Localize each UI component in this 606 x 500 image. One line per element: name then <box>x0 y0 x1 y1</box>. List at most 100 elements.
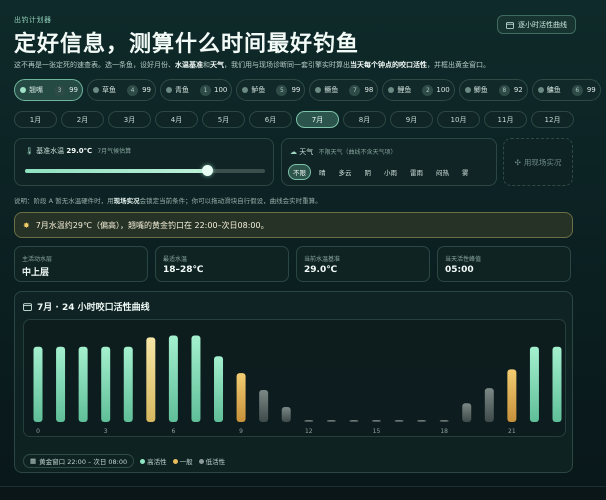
weather-option-5[interactable]: 雷雨 <box>405 164 428 180</box>
activity-bar-hour-23 <box>552 346 562 422</box>
x-tick-label: 21 <box>508 428 516 435</box>
weather-label: ☁ 天气 不限天气（曲线不含天气项） <box>290 148 397 156</box>
water-temp-slider[interactable] <box>25 165 265 176</box>
slider-fill <box>25 169 208 173</box>
weather-option-0[interactable]: 不限 <box>288 164 311 180</box>
activity-bar-chart: 0 3 6 9 12 15 18 21 <box>33 335 562 435</box>
month-button-6[interactable]: 6月 <box>249 111 292 128</box>
activity-bar-hour-8 <box>214 356 224 422</box>
fish-dot <box>242 87 249 93</box>
activity-bar-hour-15 <box>371 420 381 422</box>
fish-score: 99 <box>142 86 151 94</box>
water-temp-label: 🌡 基准水温 29.0℃ 7月气候估算 <box>25 147 132 155</box>
calendar-icon <box>23 303 32 311</box>
stat-label: 最适水温 <box>163 256 188 263</box>
fish-pill-1[interactable]: 草鱼 4 99 <box>87 79 156 101</box>
thermometer-icon: 🌡 <box>25 147 34 155</box>
hourly-curve-button[interactable]: 逐小时活性曲线 <box>497 15 576 34</box>
fish-name: 鳙鱼 <box>546 86 561 94</box>
stat-card-2: 当前水温基准 29.0℃ <box>296 246 430 282</box>
fish-pill-2[interactable]: 青鱼 1 100 <box>160 79 233 101</box>
fish-pill-7[interactable]: 鳙鱼 6 99 <box>531 79 601 101</box>
month-button-1[interactable]: 1月 <box>14 111 57 128</box>
fish-dot <box>93 87 99 93</box>
month-button-9[interactable]: 9月 <box>390 111 433 128</box>
water-temp-value: 29.0℃ <box>66 147 93 155</box>
weather-option-7[interactable]: 雾 <box>457 164 474 180</box>
activity-bar-hour-21 <box>507 369 517 422</box>
legend-item-0: 高活性 <box>140 456 167 466</box>
activity-bar-hour-9 <box>236 373 246 422</box>
calendar-icon: ▦ <box>30 457 37 465</box>
month-button-3[interactable]: 3月 <box>108 111 151 128</box>
fish-name: 翘嘴 <box>29 86 43 94</box>
use-live-conditions-button[interactable]: ✣ 用现场实况 <box>503 138 573 186</box>
x-tick-label: 6 <box>171 428 175 435</box>
weather-option-4[interactable]: 小雨 <box>379 164 402 180</box>
calendar-icon <box>506 21 514 29</box>
month-button-11[interactable]: 11月 <box>484 111 527 128</box>
chart-legend: ▦ 黄金窗口 22:00 – 次日 08:00 高活性 一般 低活性 <box>23 454 225 468</box>
stat-value: 中上层 <box>22 268 50 278</box>
fish-count-badge: 5 <box>276 84 288 96</box>
month-button-12[interactable]: 12月 <box>531 111 574 128</box>
legend-dot <box>172 458 178 464</box>
weather-option-6[interactable]: 闷热 <box>431 164 454 180</box>
fish-count-badge: 3 <box>54 84 65 96</box>
activity-bar-hour-10 <box>259 390 269 422</box>
fish-pill-0[interactable]: 翘嘴 3 99 <box>14 79 83 101</box>
x-tick-label: 15 <box>373 428 381 435</box>
weather-option-3[interactable]: 阴 <box>360 164 377 180</box>
legend-dot <box>198 458 204 464</box>
fish-name: 鲈鱼 <box>251 86 266 94</box>
activity-bar-hour-2 <box>78 346 88 422</box>
month-button-2[interactable]: 2月 <box>61 111 104 128</box>
activity-bar-hour-3 <box>101 346 111 422</box>
month-button-7[interactable]: 7月 <box>296 111 339 128</box>
stat-value: 05:00 <box>445 265 474 275</box>
stat-value: 29.0℃ <box>304 265 338 275</box>
fish-dot <box>20 87 26 93</box>
legend-item-2: 低活性 <box>198 456 226 466</box>
stat-label: 主活动水层 <box>22 256 53 263</box>
intro-text: 这不再是一张定死的速查表。选一条鱼，设好月份、水温基准和天气，我们用与现场诊断同… <box>14 61 490 69</box>
weather-options: 不限晴多云阴小雨 雷雨 闷热雾 <box>288 164 474 180</box>
slider-knob[interactable] <box>201 165 213 176</box>
fish-pill-3[interactable]: 鲈鱼 5 99 <box>236 79 306 101</box>
fish-pill-5[interactable]: 鲤鱼 2 100 <box>382 79 455 101</box>
month-button-4[interactable]: 4月 <box>155 111 198 128</box>
stat-label: 当前水温基准 <box>304 256 341 263</box>
legend-label: 低活性 <box>205 458 226 466</box>
fish-pill-4[interactable]: 鳜鱼 7 98 <box>309 79 379 101</box>
fish-score: 100 <box>214 86 228 94</box>
fish-name: 鲫鱼 <box>473 86 488 94</box>
activity-bar-hour-14 <box>349 420 359 422</box>
fish-dot <box>464 87 471 93</box>
fish-name: 鲤鱼 <box>397 86 412 94</box>
fish-count-badge: 7 <box>349 84 361 96</box>
activity-chart-panel: 7月 · 24 小时咬口活性曲线 0 3 6 9 12 15 18 21 ▦ 黄金窗口 22:… <box>14 291 573 473</box>
page-title: 定好信息，测算什么时间最好钓鱼 <box>14 32 360 57</box>
hourly-curve-label: 逐小时活性曲线 <box>518 20 567 29</box>
sun-icon: ✸ <box>23 220 30 230</box>
fish-score: 92 <box>513 86 523 94</box>
fish-pill-6[interactable]: 鲫鱼 8 92 <box>458 79 528 101</box>
month-button-8[interactable]: 8月 <box>343 111 386 128</box>
legend-label: 一般 <box>179 458 193 466</box>
fish-count-badge: 1 <box>200 84 211 96</box>
month-button-5[interactable]: 5月 <box>202 111 245 128</box>
fish-dot <box>537 87 544 93</box>
activity-bar-hour-12 <box>304 420 314 422</box>
fish-count-badge: 6 <box>571 84 583 96</box>
golden-window-banner: ✸ 7月水温约29℃（偏高），翘嘴的黄金钓口在 22:00–次日08:00。 <box>14 212 573 238</box>
fish-score: 99 <box>291 86 301 94</box>
sparkle-icon: ✣ <box>514 157 521 167</box>
weather-option-1[interactable]: 晴 <box>314 164 331 180</box>
x-tick-label: 12 <box>305 428 313 435</box>
fish-name: 青鱼 <box>175 86 189 94</box>
month-button-10[interactable]: 10月 <box>437 111 480 128</box>
activity-bar-hour-17 <box>417 420 427 422</box>
activity-bar-hour-5 <box>146 337 156 422</box>
activity-bar-hour-0 <box>33 346 43 422</box>
weather-option-2[interactable]: 多云 <box>334 164 357 180</box>
